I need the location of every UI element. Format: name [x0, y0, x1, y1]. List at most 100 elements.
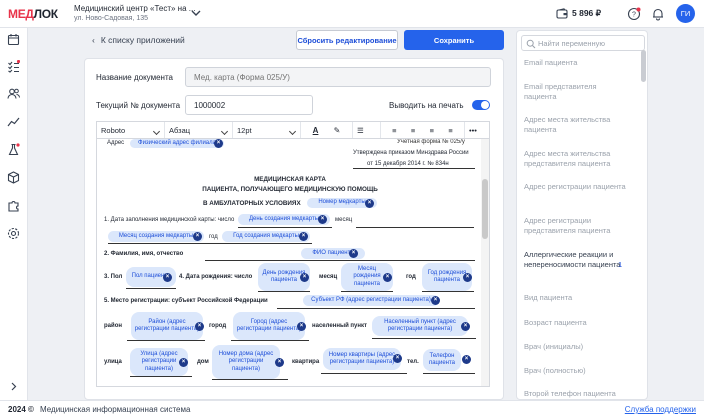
- sidebar: [0, 28, 28, 400]
- chevron-down-icon[interactable]: [190, 7, 202, 19]
- patients-icon[interactable]: [7, 87, 20, 100]
- chip-address[interactable]: Физический адрес филиала: [130, 139, 224, 148]
- variable-item[interactable]: Адрес регистрации представителя пациента: [524, 216, 628, 236]
- highlight-icon[interactable]: ✎: [334, 126, 341, 135]
- remove-icon[interactable]: ×: [461, 322, 470, 331]
- balance[interactable]: 5 896 ₽: [556, 8, 601, 19]
- back-link[interactable]: ‹ К списку приложений: [92, 35, 185, 45]
- print-toggle[interactable]: [472, 100, 490, 110]
- more-icon[interactable]: •••: [465, 122, 489, 138]
- org-address: ул. Ново-Садовая, 135: [74, 15, 149, 22]
- s3-label: 3. Пол: [104, 274, 123, 280]
- chip-year-created[interactable]: Год создания медкарты: [222, 231, 310, 242]
- doc-number-input[interactable]: 1000002: [185, 95, 313, 115]
- editor-scrollbar[interactable]: [481, 139, 489, 386]
- street-label: улица: [104, 359, 122, 365]
- chip-subject[interactable]: Субъект РФ (адрес регистрации пациента): [303, 295, 439, 306]
- chip-district[interactable]: Район (адрес регистрации пациента): [131, 312, 203, 340]
- remove-icon[interactable]: ×: [193, 232, 202, 241]
- expand-sidebar-icon[interactable]: [7, 380, 20, 393]
- remove-icon[interactable]: ×: [300, 273, 309, 282]
- align-right-icon[interactable]: ≡: [430, 126, 434, 135]
- s4-label: 4. Дата рождения: число: [179, 274, 253, 280]
- svg-text:?: ?: [632, 12, 636, 19]
- variable-item[interactable]: Адрес регистрации пациента: [524, 182, 628, 192]
- font-size-select[interactable]: 12pt: [233, 122, 301, 138]
- remove-icon[interactable]: ×: [275, 358, 284, 367]
- phone-label: тел.: [407, 359, 419, 365]
- chip-settlement[interactable]: Населенный пункт (адрес регистрации паци…: [372, 316, 468, 336]
- variables-scrollbar[interactable]: [641, 50, 646, 82]
- chip-house[interactable]: Номер дома (адрес регистрации пациента): [212, 345, 280, 379]
- variable-item[interactable]: Врач (полностью): [524, 366, 628, 376]
- align-justify-icon[interactable]: ≡: [448, 126, 452, 135]
- remove-icon[interactable]: ×: [463, 273, 472, 282]
- variable-count-badge: 1: [618, 260, 623, 269]
- bell-icon[interactable]: [651, 7, 665, 21]
- support-link[interactable]: Служба поддержки: [625, 405, 696, 414]
- variable-search-input[interactable]: Найти переменную: [521, 35, 645, 51]
- variable-item[interactable]: Адрес места жительства пациента: [524, 115, 628, 135]
- doc-name-input[interactable]: [185, 67, 491, 87]
- variable-item-allergies[interactable]: Аллергические реакции и непереносимости …: [524, 250, 628, 270]
- reset-edit-button[interactable]: Сбросить редактирование: [296, 30, 398, 50]
- editor-toolbar: Roboto Абзац 12pt A ✎ ☰ ≡ ≡ ≡ ≡ •••: [96, 121, 490, 139]
- chip-day-created[interactable]: День создания медкарты: [238, 214, 330, 225]
- footer-year: 2024 ©: [8, 405, 34, 414]
- remove-icon[interactable]: ×: [299, 232, 308, 241]
- remove-icon[interactable]: ×: [393, 354, 402, 363]
- puzzle-icon[interactable]: [7, 199, 20, 212]
- remove-icon[interactable]: ×: [431, 296, 440, 305]
- chip-city[interactable]: Город (адрес регистрации пациента): [233, 312, 305, 340]
- remove-icon[interactable]: ×: [195, 322, 204, 331]
- city-label: город: [209, 323, 227, 329]
- chip-month-created[interactable]: Месяц создания медкарты: [108, 231, 204, 242]
- analytics-icon[interactable]: [7, 115, 20, 128]
- remove-icon[interactable]: ×: [318, 215, 327, 224]
- tasks-icon[interactable]: [7, 60, 20, 73]
- box-icon[interactable]: [7, 171, 20, 184]
- house-label: дом: [197, 359, 209, 365]
- search-icon: [526, 39, 536, 49]
- remove-icon[interactable]: ×: [462, 355, 471, 364]
- save-button[interactable]: Сохранить: [404, 30, 504, 50]
- s4-year: год: [406, 274, 416, 280]
- address-label: Адрес: [107, 140, 125, 146]
- text-color-icon[interactable]: A: [313, 126, 319, 135]
- avatar[interactable]: ГИ: [676, 4, 695, 23]
- variable-item[interactable]: Email представителя пациента: [524, 82, 628, 102]
- org-name[interactable]: Медицинский центр «Тест» на ...: [74, 4, 195, 13]
- remove-icon[interactable]: ×: [163, 273, 172, 282]
- chip-phone[interactable]: Телефон пациента: [423, 349, 461, 371]
- variable-item[interactable]: Email пациента: [524, 58, 628, 68]
- s4-month: месяц: [319, 274, 338, 280]
- help-icon[interactable]: ?: [627, 7, 641, 21]
- editor-content[interactable]: Адрес Физический адрес филиала × Учетная…: [96, 139, 490, 387]
- paragraph-select[interactable]: Абзац: [165, 122, 233, 138]
- font-select[interactable]: Roboto: [97, 122, 165, 138]
- align-left-icon[interactable]: ≡: [392, 126, 396, 135]
- remove-icon[interactable]: ×: [179, 358, 188, 367]
- variable-item[interactable]: Возраст пациента: [524, 318, 628, 328]
- settings-icon[interactable]: [7, 227, 20, 240]
- chip-apt[interactable]: Номер квартиры (адрес регистрации пациен…: [323, 348, 401, 370]
- title-line1: МЕДИЦИНСКАЯ КАРТА: [254, 176, 326, 183]
- variable-item[interactable]: Вид пациента: [524, 293, 628, 303]
- align-center-icon[interactable]: ≡: [411, 126, 415, 135]
- remove-icon[interactable]: ×: [214, 139, 223, 148]
- logo[interactable]: МЕДЛОК: [8, 7, 58, 21]
- footer: 2024 © Медицинская информационная систем…: [0, 400, 704, 418]
- remove-icon[interactable]: ×: [383, 273, 392, 282]
- s1-month: месяц: [335, 217, 353, 223]
- remove-icon[interactable]: ×: [297, 322, 306, 331]
- settlement-label: населенный пункт: [312, 323, 367, 329]
- line-height-icon[interactable]: ☰: [353, 122, 381, 138]
- remove-icon[interactable]: ×: [349, 249, 358, 258]
- lab-icon[interactable]: [7, 143, 20, 156]
- variable-item[interactable]: Адрес места жительства представителя пац…: [524, 149, 628, 169]
- remove-icon[interactable]: ×: [365, 198, 374, 208]
- chevron-left-icon: ‹: [92, 35, 95, 45]
- variable-item[interactable]: Врач (инициалы): [524, 342, 628, 352]
- variable-item[interactable]: Второй телефон пациента: [524, 389, 628, 399]
- calendar-icon[interactable]: [7, 33, 20, 46]
